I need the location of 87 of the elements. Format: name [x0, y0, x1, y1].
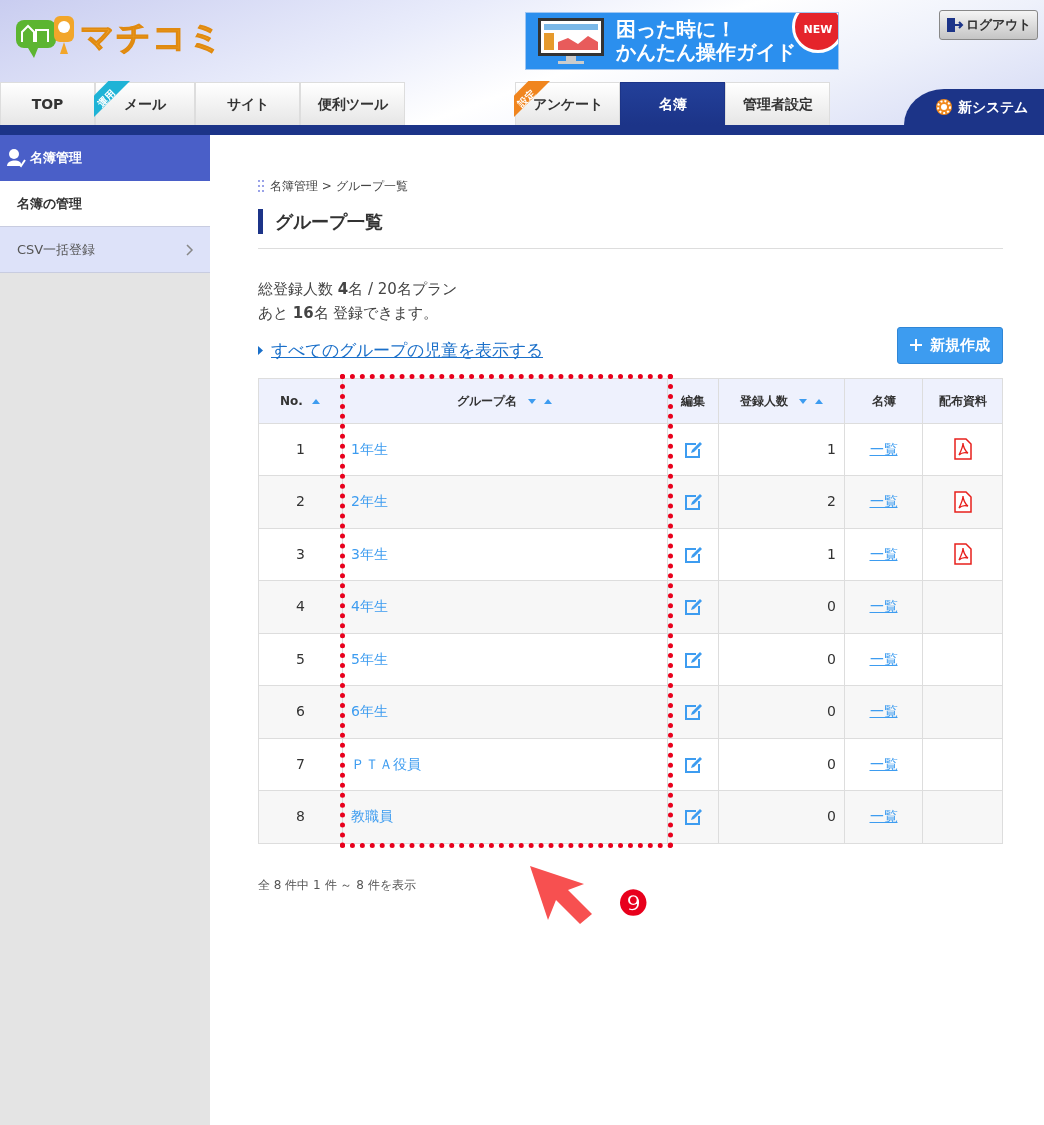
table-cell: 5: [258, 633, 343, 686]
table-cell: 0: [718, 790, 845, 844]
roster-link[interactable]: 一覧: [869, 598, 898, 615]
edit-icon[interactable]: [683, 598, 703, 617]
table-cell: 1: [718, 528, 845, 581]
plus-icon: [910, 339, 922, 352]
column-header[interactable]: 登録人数: [718, 378, 845, 424]
group-name-link[interactable]: 4年生: [342, 580, 668, 634]
nav-tab[interactable]: 名簿: [620, 82, 725, 125]
summary-text: 総登録人数 4名 / 20名プラン: [258, 279, 458, 301]
nav-tab[interactable]: 管理者設定: [725, 82, 830, 125]
pdf-icon[interactable]: [953, 438, 972, 461]
pagination-text: 全 8 件中 1 件 ～ 8 件を表示: [258, 877, 416, 892]
group-name-link[interactable]: 1年生: [342, 423, 668, 476]
edit-icon[interactable]: [683, 440, 703, 459]
group-name-link[interactable]: 3年生: [342, 528, 668, 581]
triangle-right-icon: [258, 346, 263, 356]
exit-door-icon: [946, 16, 964, 33]
roster-link[interactable]: 一覧: [869, 545, 898, 562]
edit-icon[interactable]: [683, 703, 703, 722]
grip-icon: [258, 180, 264, 192]
page-title: グループ一覧: [258, 209, 1003, 235]
table-cell: 1: [718, 423, 845, 476]
speech-bubble-icon: [14, 14, 76, 60]
gear-icon: [934, 97, 954, 117]
pointer-arrow-icon: [528, 863, 594, 926]
roster-link[interactable]: 一覧: [869, 755, 898, 772]
column-header: 配布資料: [922, 378, 1003, 424]
sidebar-item[interactable]: 名簿の管理: [0, 181, 210, 227]
logout-button[interactable]: ログアウト: [939, 10, 1038, 40]
nav-tab[interactable]: メール 運用: [95, 82, 195, 125]
chevron-right-icon: [186, 243, 194, 256]
edit-icon[interactable]: [683, 493, 703, 512]
new-system-banner[interactable]: 新システム: [904, 89, 1044, 125]
pdf-icon[interactable]: [953, 543, 972, 566]
table-cell: 6: [258, 685, 343, 739]
pdf-icon[interactable]: [953, 490, 972, 513]
edit-icon[interactable]: [683, 755, 703, 774]
table-cell: 1: [258, 423, 343, 476]
logo-text: マチコミ: [80, 20, 224, 54]
nav-tab[interactable]: アンケート 設定: [515, 82, 620, 125]
guide-banner[interactable]: 困った時に！ かんたん操作ガイド NEW: [525, 12, 839, 70]
group-name-link[interactable]: 6年生: [342, 685, 668, 739]
roster-link[interactable]: 一覧: [869, 808, 898, 825]
group-name-link[interactable]: 5年生: [342, 633, 668, 686]
column-header[interactable]: No.: [258, 378, 343, 424]
sort-down-icon: [527, 397, 537, 406]
table-cell: 0: [718, 685, 845, 739]
table-cell: 0: [718, 633, 845, 686]
roster-link[interactable]: 一覧: [869, 493, 898, 510]
nav-tab[interactable]: 便利ツール: [300, 82, 405, 125]
edit-icon[interactable]: [683, 808, 703, 827]
show-all-link[interactable]: すべてのグループの児童を表示する: [271, 338, 543, 364]
sort-down-icon: [797, 397, 808, 406]
sort-up-icon: [813, 397, 824, 406]
sidebar-item[interactable]: CSV一括登録: [0, 227, 210, 273]
step-number: ❾: [618, 885, 648, 920]
roster-link[interactable]: 一覧: [869, 440, 898, 457]
roster-link[interactable]: 一覧: [869, 650, 898, 667]
person-check-icon: [6, 148, 26, 168]
sort-up-icon: [543, 397, 553, 406]
sort-up-icon: [310, 397, 321, 406]
nav-tab[interactable]: サイト: [195, 82, 300, 125]
monitor-icon: [536, 16, 606, 66]
banner-text: 困った時に！: [616, 18, 737, 41]
sidebar-title: 名簿管理: [30, 149, 82, 168]
table-cell: 2: [718, 475, 845, 529]
column-header[interactable]: グループ名: [342, 378, 668, 424]
group-name-link[interactable]: ＰＴＡ役員: [342, 738, 668, 791]
table-cell: 0: [718, 580, 845, 634]
table-cell: 2: [258, 475, 343, 529]
table-cell: 7: [258, 738, 343, 791]
roster-link[interactable]: 一覧: [869, 703, 898, 720]
table-cell: 8: [258, 790, 343, 844]
edit-icon[interactable]: [683, 650, 703, 669]
new-create-button[interactable]: 新規作成: [897, 327, 1003, 364]
edit-icon[interactable]: [683, 545, 703, 564]
column-header: 名簿: [844, 378, 923, 424]
summary-text: あと 16名 登録できます。: [258, 303, 440, 325]
column-header: 編集: [667, 378, 719, 424]
breadcrumb-text: 名簿管理 > グループ一覧: [270, 178, 408, 195]
nav-tab[interactable]: TOP: [0, 82, 95, 125]
table-cell: 4: [258, 580, 343, 634]
table-cell: 3: [258, 528, 343, 581]
group-name-link[interactable]: 教職員: [342, 790, 668, 844]
table-cell: 0: [718, 738, 845, 791]
group-name-link[interactable]: 2年生: [342, 475, 668, 529]
